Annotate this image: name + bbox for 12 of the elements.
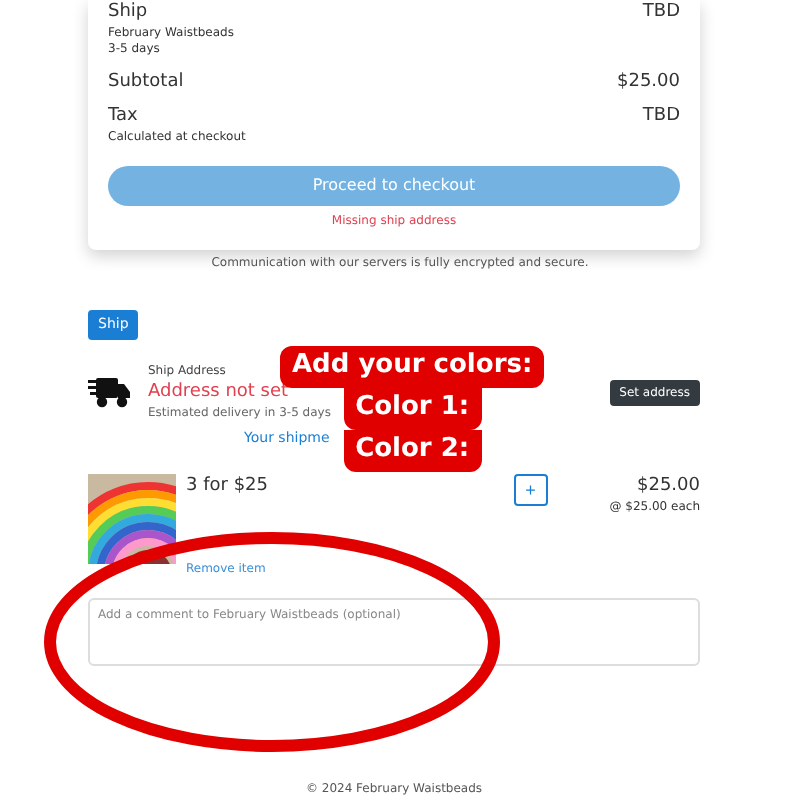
- truck-icon: [88, 372, 132, 413]
- increase-button[interactable]: +: [513, 473, 548, 506]
- item-price: $25.00: [635, 473, 700, 499]
- tax-value: TBD: [642, 103, 680, 130]
- subtotal-value: $25.00: [617, 70, 680, 96]
- tax-label: Tax: [108, 103, 138, 130]
- ship-value: TBD: [642, 0, 680, 26]
- subtotal-label: Subtotal: [108, 70, 184, 96]
- item-name: 3 for $25: [186, 473, 269, 499]
- callout-text: Color 2:: [343, 429, 482, 472]
- ship-label: Ship: [108, 0, 148, 26]
- callout-text: Color 1:: [343, 387, 482, 430]
